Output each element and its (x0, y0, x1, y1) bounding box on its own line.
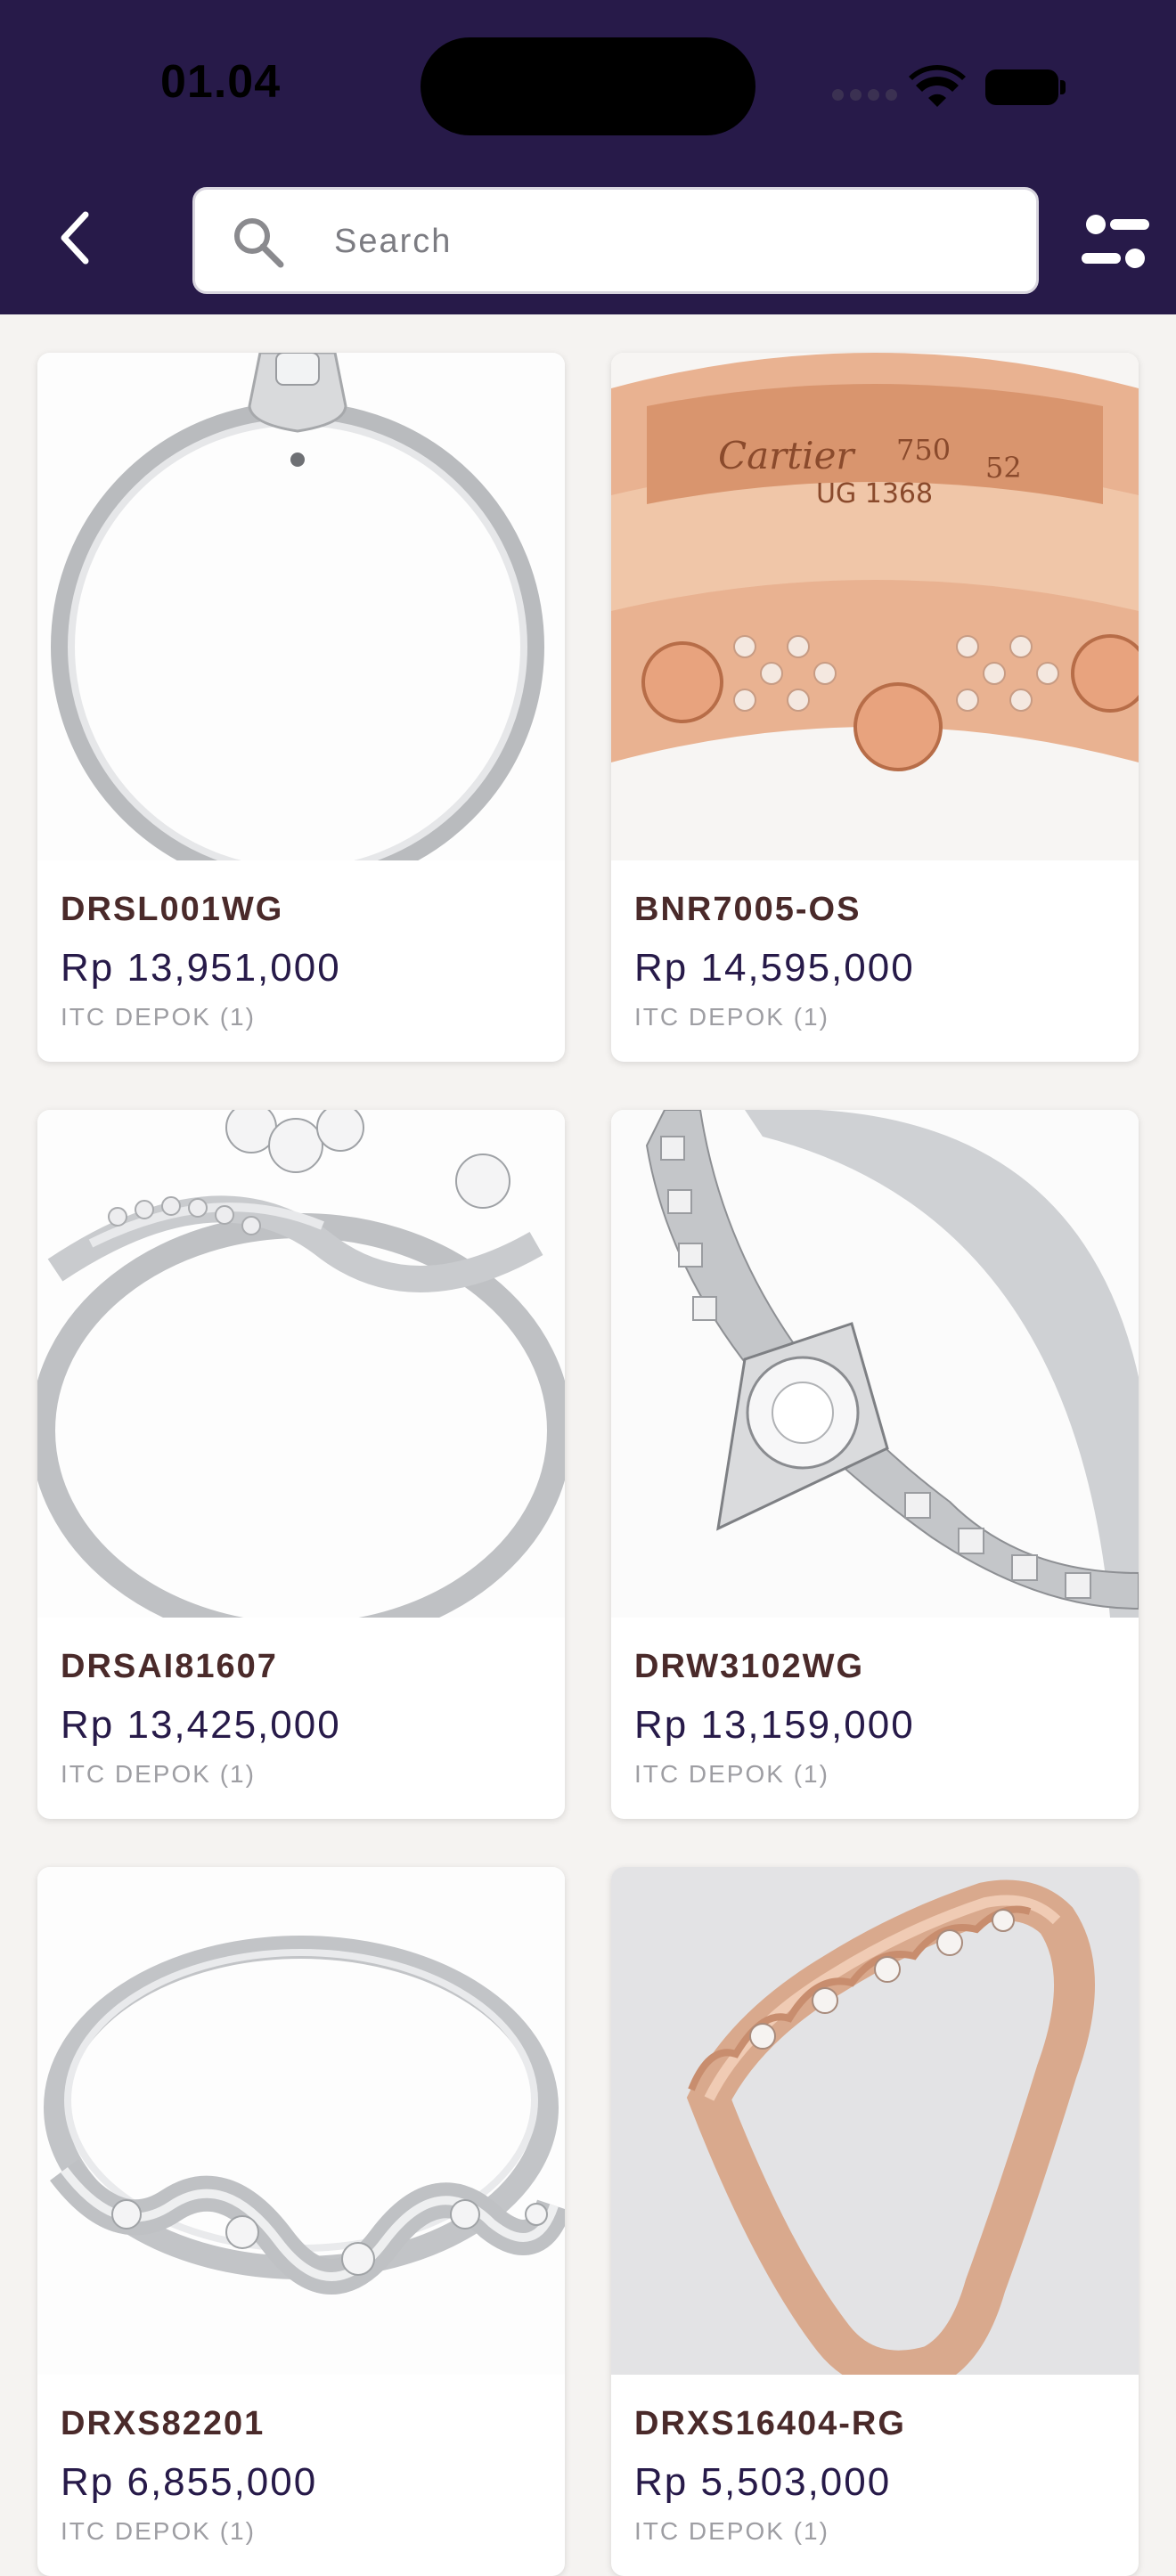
product-card[interactable]: DRXS82201 Rp 6,855,000 ITC DEPOK (1) (37, 1867, 565, 2576)
ring-engraving-mark-2: 52 (985, 451, 1022, 485)
status-time: 01.04 (160, 56, 282, 108)
product-store: ITC DEPOK (1) (634, 1760, 829, 1788)
product-code: DRXS16404-RG (634, 2405, 906, 2442)
product-image (37, 1867, 565, 2375)
battery-icon (985, 69, 1058, 105)
product-image (37, 1110, 565, 1618)
battery-tip (1060, 80, 1066, 94)
top-header: 01.04 (0, 0, 1176, 314)
search-icon (234, 218, 284, 268)
product-store: ITC DEPOK (1) (61, 1760, 256, 1788)
product-image (37, 353, 565, 860)
product-store: ITC DEPOK (1) (634, 2517, 829, 2545)
product-card[interactable]: DRW3102WG Rp 13,159,000 ITC DEPOK (1) (611, 1110, 1139, 1819)
product-card[interactable]: Cartier 750 52 UG 1368 BNR7005-OS Rp 14,… (611, 353, 1139, 1062)
chevron-left-icon (61, 211, 89, 265)
product-code: DRSL001WG (61, 891, 284, 928)
ring-engraving-mark-1: 750 (896, 433, 951, 467)
product-store: ITC DEPOK (1) (61, 2517, 256, 2545)
product-price: Rp 13,425,000 (61, 1703, 341, 1747)
status-bar: 01.04 (0, 0, 1176, 169)
ring-engraving-serial: UG 1368 (816, 478, 933, 509)
dynamic-island (421, 37, 755, 135)
ring-engraving-brand: Cartier (718, 434, 856, 477)
product-image (611, 1110, 1139, 1618)
product-code: DRSAI81607 (61, 1648, 278, 1685)
product-card[interactable]: DRXS16404-RG Rp 5,503,000 ITC DEPOK (1) (611, 1867, 1139, 2576)
product-card[interactable]: DRSL001WG Rp 13,951,000 ITC DEPOK (1) (37, 353, 565, 1062)
product-price: Rp 13,159,000 (634, 1703, 915, 1747)
product-price: Rp 6,855,000 (61, 2460, 318, 2504)
product-price: Rp 13,951,000 (61, 946, 341, 990)
product-price: Rp 14,595,000 (634, 946, 915, 990)
product-price: Rp 5,503,000 (634, 2460, 892, 2504)
product-store: ITC DEPOK (1) (634, 1003, 829, 1031)
product-code: BNR7005-OS (634, 891, 862, 928)
product-image (611, 1867, 1139, 2375)
product-code: DRW3102WG (634, 1648, 865, 1685)
product-image: Cartier 750 52 UG 1368 (611, 353, 1139, 860)
wifi-icon (909, 65, 966, 107)
search-input[interactable] (334, 208, 1011, 275)
product-card[interactable]: DRSAI81607 Rp 13,425,000 ITC DEPOK (1) (37, 1110, 565, 1819)
product-code: DRXS82201 (61, 2405, 265, 2442)
product-store: ITC DEPOK (1) (61, 1003, 256, 1031)
search-bar[interactable] (192, 187, 1039, 294)
back-button[interactable] (43, 198, 107, 278)
cellular-signal-icon (832, 89, 897, 101)
filter-icon[interactable] (1080, 207, 1151, 278)
